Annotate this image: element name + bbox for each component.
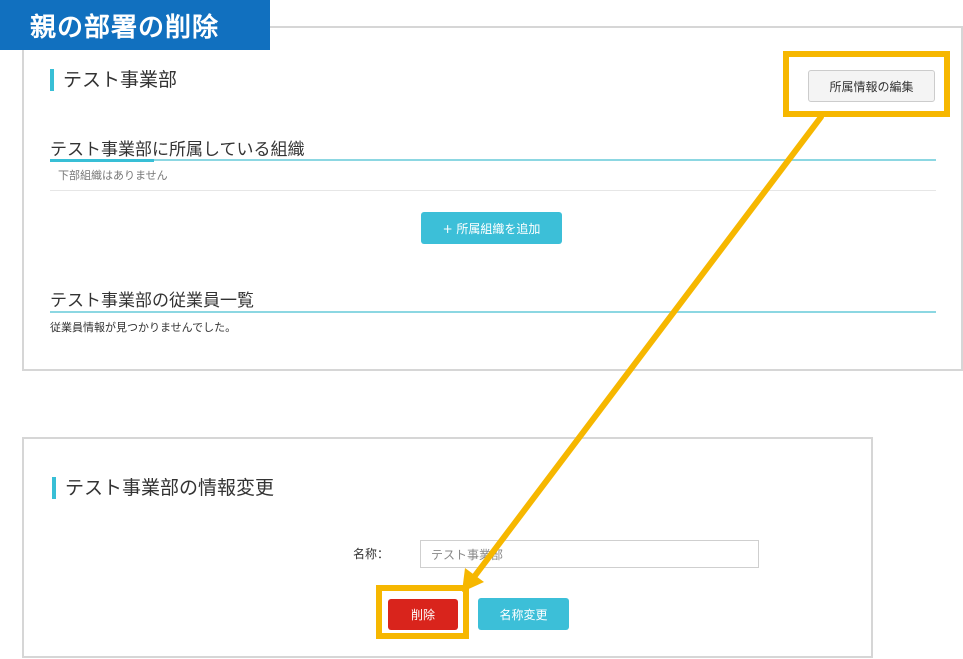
employees-title: テスト事業部の従業員一覧: [50, 291, 254, 311]
edit-heading: テスト事業部の情報変更: [52, 477, 274, 499]
add-sub-org-button[interactable]: + 所属組織を追加: [421, 212, 562, 244]
name-label: 名称：: [353, 547, 390, 561]
name-input[interactable]: [420, 540, 759, 568]
sub-orgs-title: テスト事業部に所属している組織: [50, 140, 305, 160]
edit-button-highlight: [783, 51, 950, 117]
employees-empty-text: 従業員情報が見つかりませんでした。: [50, 321, 237, 334]
org-heading: テスト事業部: [50, 69, 177, 91]
rename-button[interactable]: 名称変更: [478, 598, 569, 630]
sub-orgs-divider-accent: [50, 159, 154, 162]
page-title-banner: 親の部署の削除: [0, 0, 270, 50]
employees-divider: [50, 311, 936, 313]
sub-orgs-bottom-divider: [50, 190, 936, 191]
delete-button-highlight: [376, 585, 469, 639]
sub-orgs-empty-text: 下部組織はありません: [58, 169, 168, 182]
page-title: 親の部署の削除: [30, 12, 220, 43]
sub-orgs-divider: [50, 159, 936, 161]
